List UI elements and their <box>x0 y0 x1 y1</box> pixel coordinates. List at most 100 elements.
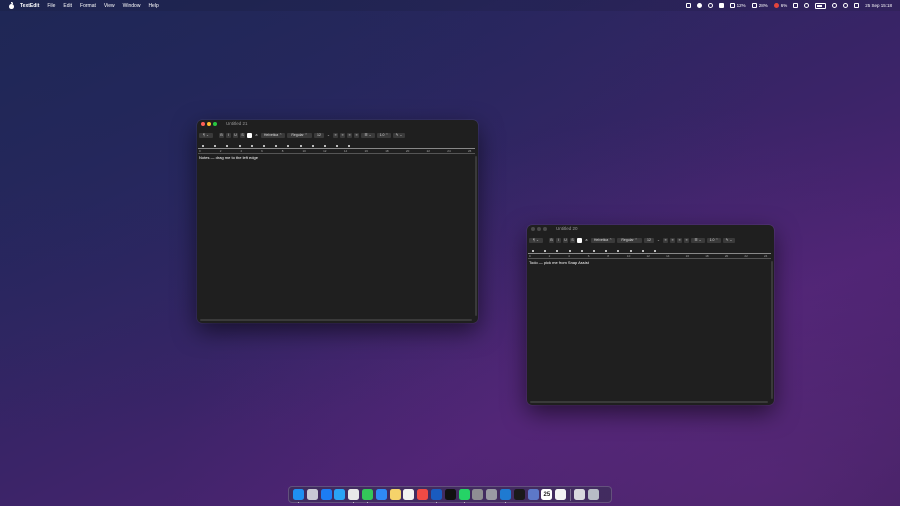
reminders-icon[interactable] <box>555 489 567 500</box>
highlight-color-button[interactable]: a <box>254 133 259 138</box>
search-icon[interactable] <box>843 3 849 8</box>
tab-stop-marker[interactable] <box>605 250 608 252</box>
tab-stop-marker[interactable] <box>275 145 278 147</box>
tab-stop-marker[interactable] <box>654 250 656 252</box>
tab-stop-marker[interactable] <box>214 145 217 147</box>
list-style-menu[interactable]: ☰ ⌄ <box>691 237 705 243</box>
tab-stop-marker[interactable] <box>544 250 547 252</box>
pen-menu[interactable]: ✎ ⌄ <box>393 132 405 138</box>
underline-button[interactable]: U <box>563 237 568 243</box>
tab-stop-marker[interactable] <box>311 145 314 147</box>
trash-icon[interactable] <box>588 489 600 500</box>
strikethrough-button[interactable]: S <box>240 132 245 138</box>
messages-icon[interactable] <box>361 489 373 503</box>
tab-stop-marker[interactable] <box>348 145 351 147</box>
minimize-button[interactable] <box>537 227 541 231</box>
photos-icon[interactable] <box>403 489 415 500</box>
italic-button[interactable]: I <box>556 237 561 243</box>
underline-button[interactable]: U <box>233 132 238 138</box>
tab-stop-marker[interactable] <box>641 250 644 252</box>
tab-stop-marker[interactable] <box>580 250 583 252</box>
align-center-button[interactable]: ≡ <box>670 237 675 243</box>
textedit-window-untitled-20[interactable]: Untitled 20 ¶ ⌄ B I U S a Helvetica ⌃ Re… <box>527 225 774 405</box>
italic-button[interactable]: I <box>226 132 231 138</box>
document-text[interactable]: Notes — drag me to the left edge <box>199 155 258 160</box>
tab-stop-marker[interactable] <box>238 145 241 147</box>
archive-icon[interactable] <box>486 489 498 500</box>
strikethrough-button[interactable]: S <box>570 237 575 243</box>
tab-stop-marker[interactable] <box>226 145 229 147</box>
line-spacing-select[interactable]: 1.0 ⌃ <box>377 132 391 138</box>
line-spacing-select[interactable]: 1.0 ⌃ <box>707 237 721 243</box>
display-icon[interactable] <box>793 3 799 8</box>
font-size-field[interactable]: 12 <box>314 132 324 138</box>
horizontal-scrollbar[interactable] <box>530 401 768 403</box>
font-style-select[interactable]: Regular ⌃ <box>287 132 312 138</box>
font-style-select[interactable]: Regular ⌃ <box>617 237 642 243</box>
notes-icon[interactable] <box>389 489 401 500</box>
tab-stop-marker[interactable] <box>593 250 595 252</box>
tab-stop-marker[interactable] <box>263 145 265 147</box>
text-color-swatch[interactable] <box>577 237 582 243</box>
window-titlebar[interactable]: Untitled 20 <box>527 225 774 234</box>
tab-stop-marker[interactable] <box>324 145 326 147</box>
clock[interactable]: 25 Sep 15:18 <box>865 3 892 8</box>
wifi-icon[interactable] <box>832 3 838 8</box>
minimize-button[interactable] <box>207 122 211 126</box>
keyboard-icon[interactable] <box>718 3 724 8</box>
tab-stop-marker[interactable] <box>629 250 632 252</box>
align-justify-button[interactable]: ≡ <box>354 132 359 138</box>
close-button[interactable] <box>531 227 535 231</box>
mail-icon[interactable] <box>375 489 387 500</box>
font-size-stepper[interactable]: ⌄ <box>656 238 661 243</box>
zoom-button[interactable] <box>543 227 547 231</box>
chrome-icon[interactable] <box>348 489 360 503</box>
font-family-select[interactable]: Helvetica ⌃ <box>591 237 615 243</box>
timer-icon[interactable] <box>707 3 713 8</box>
pen-menu[interactable]: ✎ ⌄ <box>723 237 735 243</box>
spark-icon[interactable] <box>417 489 429 500</box>
menu-view[interactable]: View <box>104 3 115 9</box>
battery-icon[interactable] <box>815 2 827 9</box>
menu-window[interactable]: Window <box>123 3 141 9</box>
ruler[interactable]: 0 2 4 6 8 10 12 14 16 18 20 22 24 <box>528 250 771 259</box>
tab-stop-marker[interactable] <box>568 250 571 252</box>
align-right-button[interactable]: ≡ <box>347 132 352 138</box>
vertical-scrollbar[interactable] <box>475 156 477 316</box>
zoom-button[interactable] <box>213 122 217 126</box>
screens-icon[interactable] <box>527 489 539 500</box>
font-family-select[interactable]: Helvetica ⌃ <box>261 132 285 138</box>
document-text[interactable]: Todo — pick me from Snap Assist <box>529 260 589 265</box>
window-titlebar[interactable]: Untitled 21 <box>197 120 478 129</box>
menu-edit[interactable]: Edit <box>63 3 72 9</box>
launchpad-icon[interactable] <box>306 489 318 500</box>
ruler[interactable]: 0 2 4 6 8 10 12 14 16 18 20 22 24 26 <box>198 145 475 154</box>
bold-button[interactable]: B <box>219 132 224 138</box>
screen-share-icon[interactable] <box>685 3 691 8</box>
memory-monitor[interactable]: 28% <box>751 3 768 8</box>
tab-stop-marker[interactable] <box>532 250 534 252</box>
align-left-button[interactable]: ≡ <box>663 237 668 243</box>
menu-format[interactable]: Format <box>80 3 96 9</box>
control-center-icon[interactable] <box>854 3 860 8</box>
align-left-button[interactable]: ≡ <box>333 132 338 138</box>
safari-icon[interactable] <box>334 489 346 500</box>
finder-icon[interactable] <box>293 489 304 503</box>
bold-button[interactable]: B <box>549 237 554 243</box>
align-center-button[interactable]: ≡ <box>340 132 345 138</box>
tab-stop-marker[interactable] <box>250 145 253 147</box>
user-icon[interactable] <box>696 3 702 8</box>
paragraph-style-menu[interactable]: ¶ ⌄ <box>529 237 543 243</box>
tab-stop-marker[interactable] <box>617 250 620 252</box>
menu-help[interactable]: Help <box>148 3 158 9</box>
fan-monitor[interactable]: 6% <box>773 3 787 8</box>
tab-stop-marker[interactable] <box>287 145 290 147</box>
apple-icon[interactable] <box>8 2 14 9</box>
horizontal-scrollbar[interactable] <box>200 319 472 321</box>
app-store-icon[interactable] <box>320 489 332 500</box>
calendar-icon[interactable]: 25 <box>541 489 553 500</box>
tab-stop-marker[interactable] <box>299 145 302 147</box>
bluetooth-icon[interactable] <box>804 3 810 8</box>
paragraph-style-menu[interactable]: ¶ ⌄ <box>199 132 213 138</box>
text-color-swatch[interactable] <box>247 132 252 138</box>
